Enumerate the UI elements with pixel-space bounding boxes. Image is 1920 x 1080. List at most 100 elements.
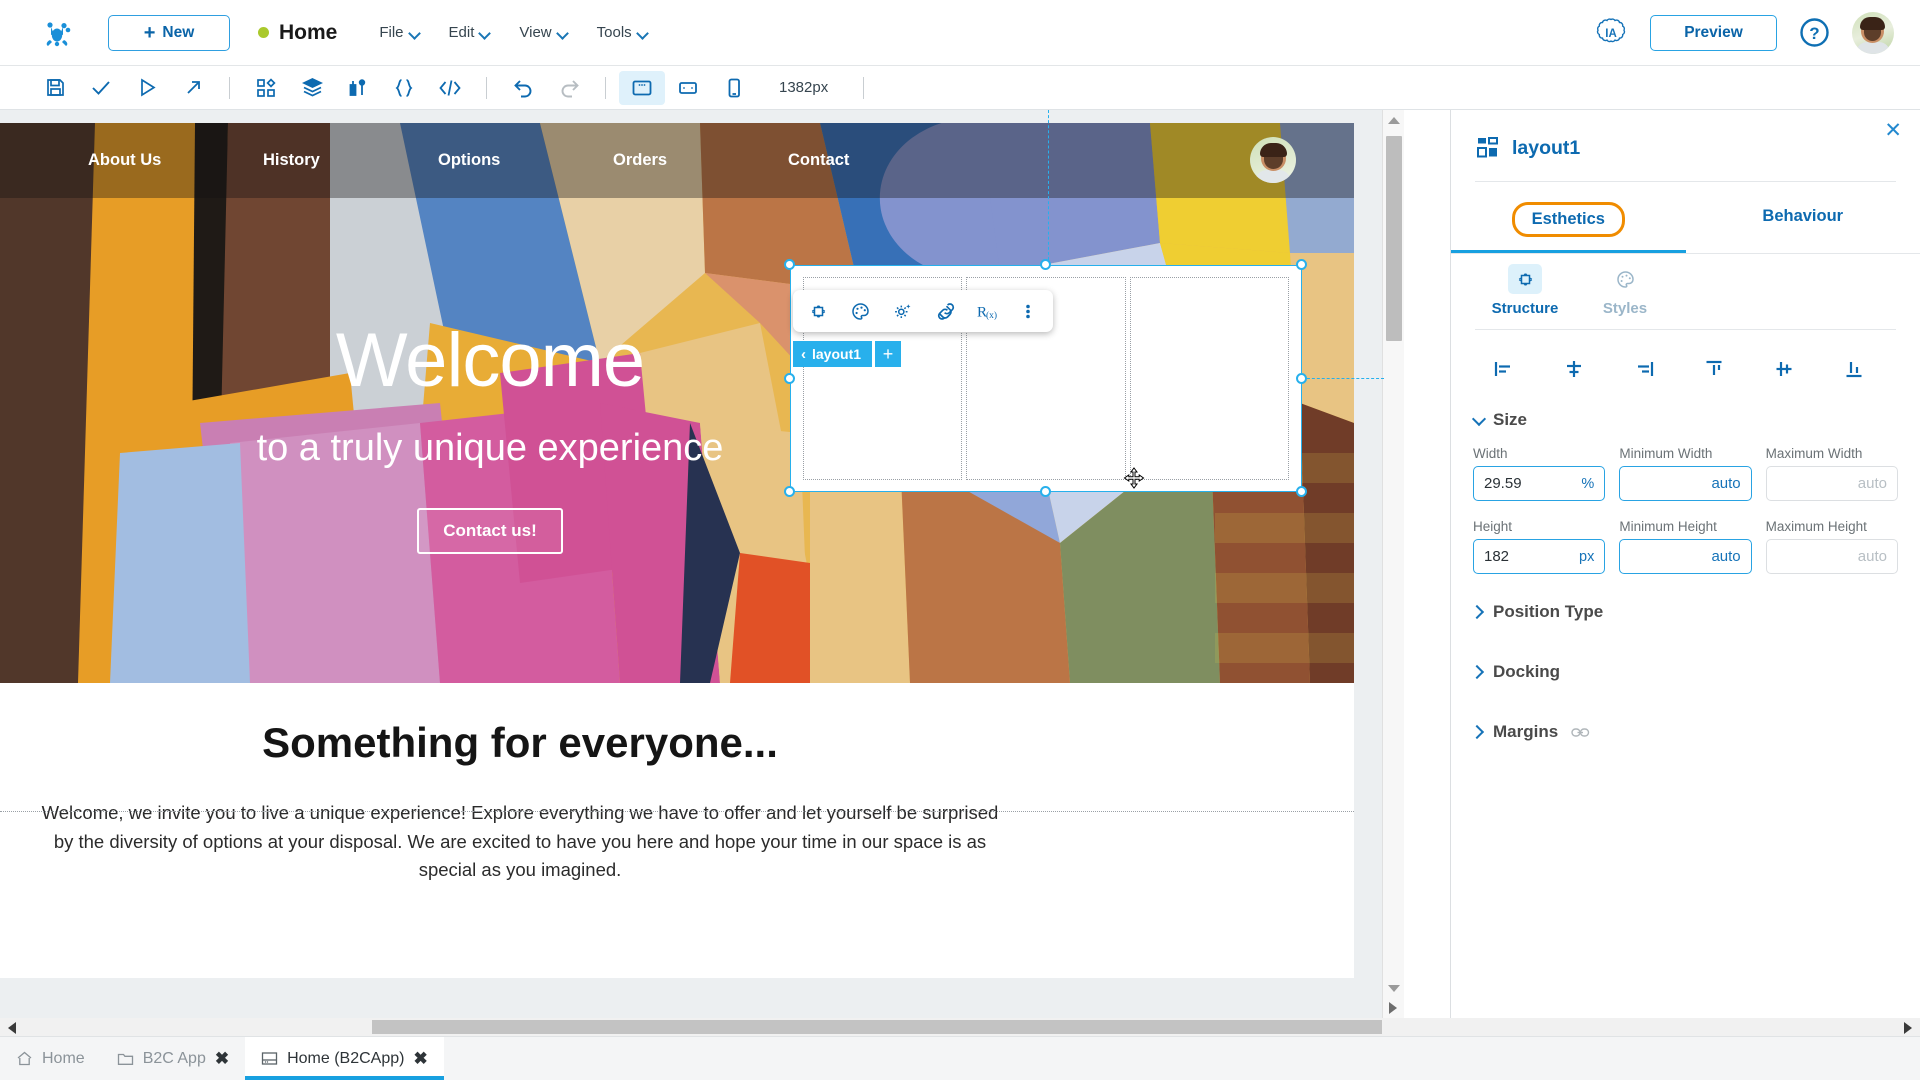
contact-us-button[interactable]: Contact us! bbox=[417, 508, 563, 554]
nav-link-contact[interactable]: Contact bbox=[788, 151, 963, 170]
section-margins[interactable]: Margins bbox=[1451, 722, 1920, 742]
scroll-up-arrow-icon[interactable] bbox=[1388, 117, 1400, 124]
nav-link-history[interactable]: History bbox=[263, 151, 438, 170]
desktop-icon[interactable] bbox=[619, 70, 665, 105]
close-icon[interactable]: ✖ bbox=[215, 1049, 229, 1069]
maximum-width-input[interactable]: auto bbox=[1765, 466, 1898, 501]
site-nav-avatar[interactable] bbox=[1250, 137, 1296, 183]
alignment-guide-horizontal bbox=[1302, 378, 1384, 379]
tablet-icon[interactable] bbox=[665, 71, 711, 105]
tab-esthetics[interactable]: Esthetics bbox=[1451, 188, 1686, 253]
settings-sparkle-icon[interactable] bbox=[882, 293, 922, 329]
subtab-structure[interactable]: Structure bbox=[1475, 264, 1575, 317]
menu-tools-label: Tools bbox=[596, 24, 632, 41]
check-icon[interactable] bbox=[78, 71, 124, 105]
close-icon[interactable]: ✖ bbox=[413, 1049, 427, 1069]
breadcrumb-add-button[interactable]: + bbox=[875, 341, 902, 367]
width-value: 29.59 bbox=[1484, 475, 1522, 492]
svg-text:IA: IA bbox=[1605, 28, 1617, 40]
close-icon[interactable]: ✕ bbox=[1884, 120, 1902, 141]
code-icon[interactable] bbox=[427, 71, 473, 105]
resize-handle-bottom-right[interactable] bbox=[1296, 486, 1307, 497]
resize-handle-middle-left[interactable] bbox=[784, 373, 795, 384]
nav-link-options[interactable]: Options bbox=[438, 151, 613, 170]
vertical-scroll-thumb[interactable] bbox=[1386, 136, 1402, 341]
bottom-tab-b2c-app[interactable]: B2C App ✖ bbox=[101, 1037, 245, 1080]
size-row-width: Width 29.59 % Minimum Width auto Maximum… bbox=[1451, 430, 1920, 501]
save-icon[interactable] bbox=[32, 71, 78, 105]
menu-edit-label: Edit bbox=[448, 24, 475, 41]
breadcrumb-layout1[interactable]: ‹ layout1 bbox=[793, 341, 873, 367]
preview-button[interactable]: Preview bbox=[1650, 14, 1777, 51]
scroll-right-arrow-icon[interactable] bbox=[1389, 1002, 1397, 1014]
align-top-icon[interactable] bbox=[1679, 352, 1749, 386]
width-input[interactable]: 29.59 % bbox=[1473, 466, 1606, 501]
menu-view[interactable]: View bbox=[519, 24, 566, 41]
bottom-tab-home[interactable]: Home bbox=[0, 1037, 101, 1080]
scroll-right-arrow-icon[interactable] bbox=[1904, 1022, 1912, 1034]
section-docking[interactable]: Docking bbox=[1451, 662, 1920, 682]
user-avatar[interactable] bbox=[1852, 11, 1894, 54]
section-position-type[interactable]: Position Type bbox=[1451, 602, 1920, 622]
resize-handle-top-center[interactable] bbox=[1040, 259, 1051, 270]
align-right-icon[interactable] bbox=[1609, 352, 1679, 386]
align-left-icon[interactable] bbox=[1469, 352, 1539, 386]
align-center-vertical-icon[interactable] bbox=[1749, 352, 1819, 386]
link-icon[interactable] bbox=[924, 293, 964, 329]
redo-icon[interactable] bbox=[546, 71, 592, 105]
nav-link-about-us[interactable]: About Us bbox=[88, 151, 263, 170]
expression-icon[interactable]: R (x) bbox=[966, 293, 1006, 329]
svg-text:(x): (x) bbox=[986, 310, 997, 321]
field-maximum-height-label: Maximum Height bbox=[1765, 519, 1867, 534]
layout-column[interactable] bbox=[1129, 277, 1289, 480]
canvas-vertical-scrollbar[interactable] bbox=[1382, 110, 1404, 1022]
structure-icon[interactable] bbox=[798, 293, 838, 329]
more-vertical-icon[interactable] bbox=[1008, 293, 1048, 329]
horizontal-scroll-thumb[interactable] bbox=[372, 1020, 1382, 1034]
minimum-height-input[interactable]: auto bbox=[1619, 539, 1752, 574]
height-input[interactable]: 182 px bbox=[1473, 539, 1606, 574]
subtab-styles[interactable]: Styles bbox=[1575, 264, 1675, 317]
braces-icon[interactable] bbox=[381, 71, 427, 105]
viewport-size-label[interactable]: 1382px bbox=[757, 79, 850, 96]
width-unit: % bbox=[1581, 475, 1595, 492]
resize-handle-bottom-left[interactable] bbox=[784, 486, 795, 497]
bottom-tab-home-b2capp[interactable]: Home (B2CApp) ✖ bbox=[245, 1037, 444, 1080]
minimum-width-input[interactable]: auto bbox=[1619, 466, 1752, 501]
bottom-tab-b2c-app-label: B2C App bbox=[142, 1049, 206, 1067]
new-button[interactable]: + New bbox=[108, 14, 230, 51]
ia-badge-icon[interactable]: IA bbox=[1594, 16, 1628, 50]
nav-link-orders[interactable]: Orders bbox=[613, 151, 788, 170]
resize-handle-middle-right[interactable] bbox=[1296, 373, 1307, 384]
play-icon[interactable] bbox=[124, 71, 170, 105]
components-icon[interactable] bbox=[243, 71, 289, 105]
bottom-horizontal-scrollbar[interactable] bbox=[0, 1018, 1920, 1036]
palette-icon[interactable] bbox=[840, 293, 880, 329]
align-center-horizontal-icon[interactable] bbox=[1539, 352, 1609, 386]
frog-logo-icon[interactable] bbox=[30, 16, 86, 50]
scroll-down-arrow-icon[interactable] bbox=[1388, 985, 1400, 992]
menu-tools[interactable]: Tools bbox=[597, 24, 647, 41]
scroll-left-arrow-icon[interactable] bbox=[8, 1022, 16, 1034]
section-size[interactable]: Size bbox=[1451, 410, 1920, 430]
data-icon[interactable] bbox=[335, 71, 381, 105]
layers-icon[interactable] bbox=[289, 71, 335, 105]
maximum-height-input[interactable]: auto bbox=[1765, 539, 1898, 574]
canvas-area[interactable]: About Us History Options Orders Contact … bbox=[0, 110, 1404, 1022]
publish-icon[interactable] bbox=[170, 71, 216, 105]
resize-handle-top-right[interactable] bbox=[1296, 259, 1307, 270]
selected-element-name: layout1 bbox=[1512, 136, 1581, 159]
menu-edit[interactable]: Edit bbox=[449, 24, 490, 41]
undo-icon[interactable] bbox=[500, 71, 546, 105]
align-bottom-icon[interactable] bbox=[1819, 352, 1889, 386]
link-chain-icon[interactable] bbox=[1571, 726, 1590, 739]
resize-handle-top-left[interactable] bbox=[784, 259, 795, 270]
page-preview[interactable]: About Us History Options Orders Contact … bbox=[0, 123, 1354, 978]
resize-handle-bottom-center[interactable] bbox=[1040, 486, 1051, 497]
menu-file[interactable]: File bbox=[379, 24, 418, 41]
phone-icon[interactable] bbox=[711, 71, 757, 105]
help-icon[interactable]: ? bbox=[1799, 17, 1830, 48]
tab-behaviour-label: Behaviour bbox=[1762, 207, 1844, 225]
tab-behaviour[interactable]: Behaviour bbox=[1686, 188, 1920, 253]
section-title: Something for everyone... bbox=[262, 719, 778, 766]
